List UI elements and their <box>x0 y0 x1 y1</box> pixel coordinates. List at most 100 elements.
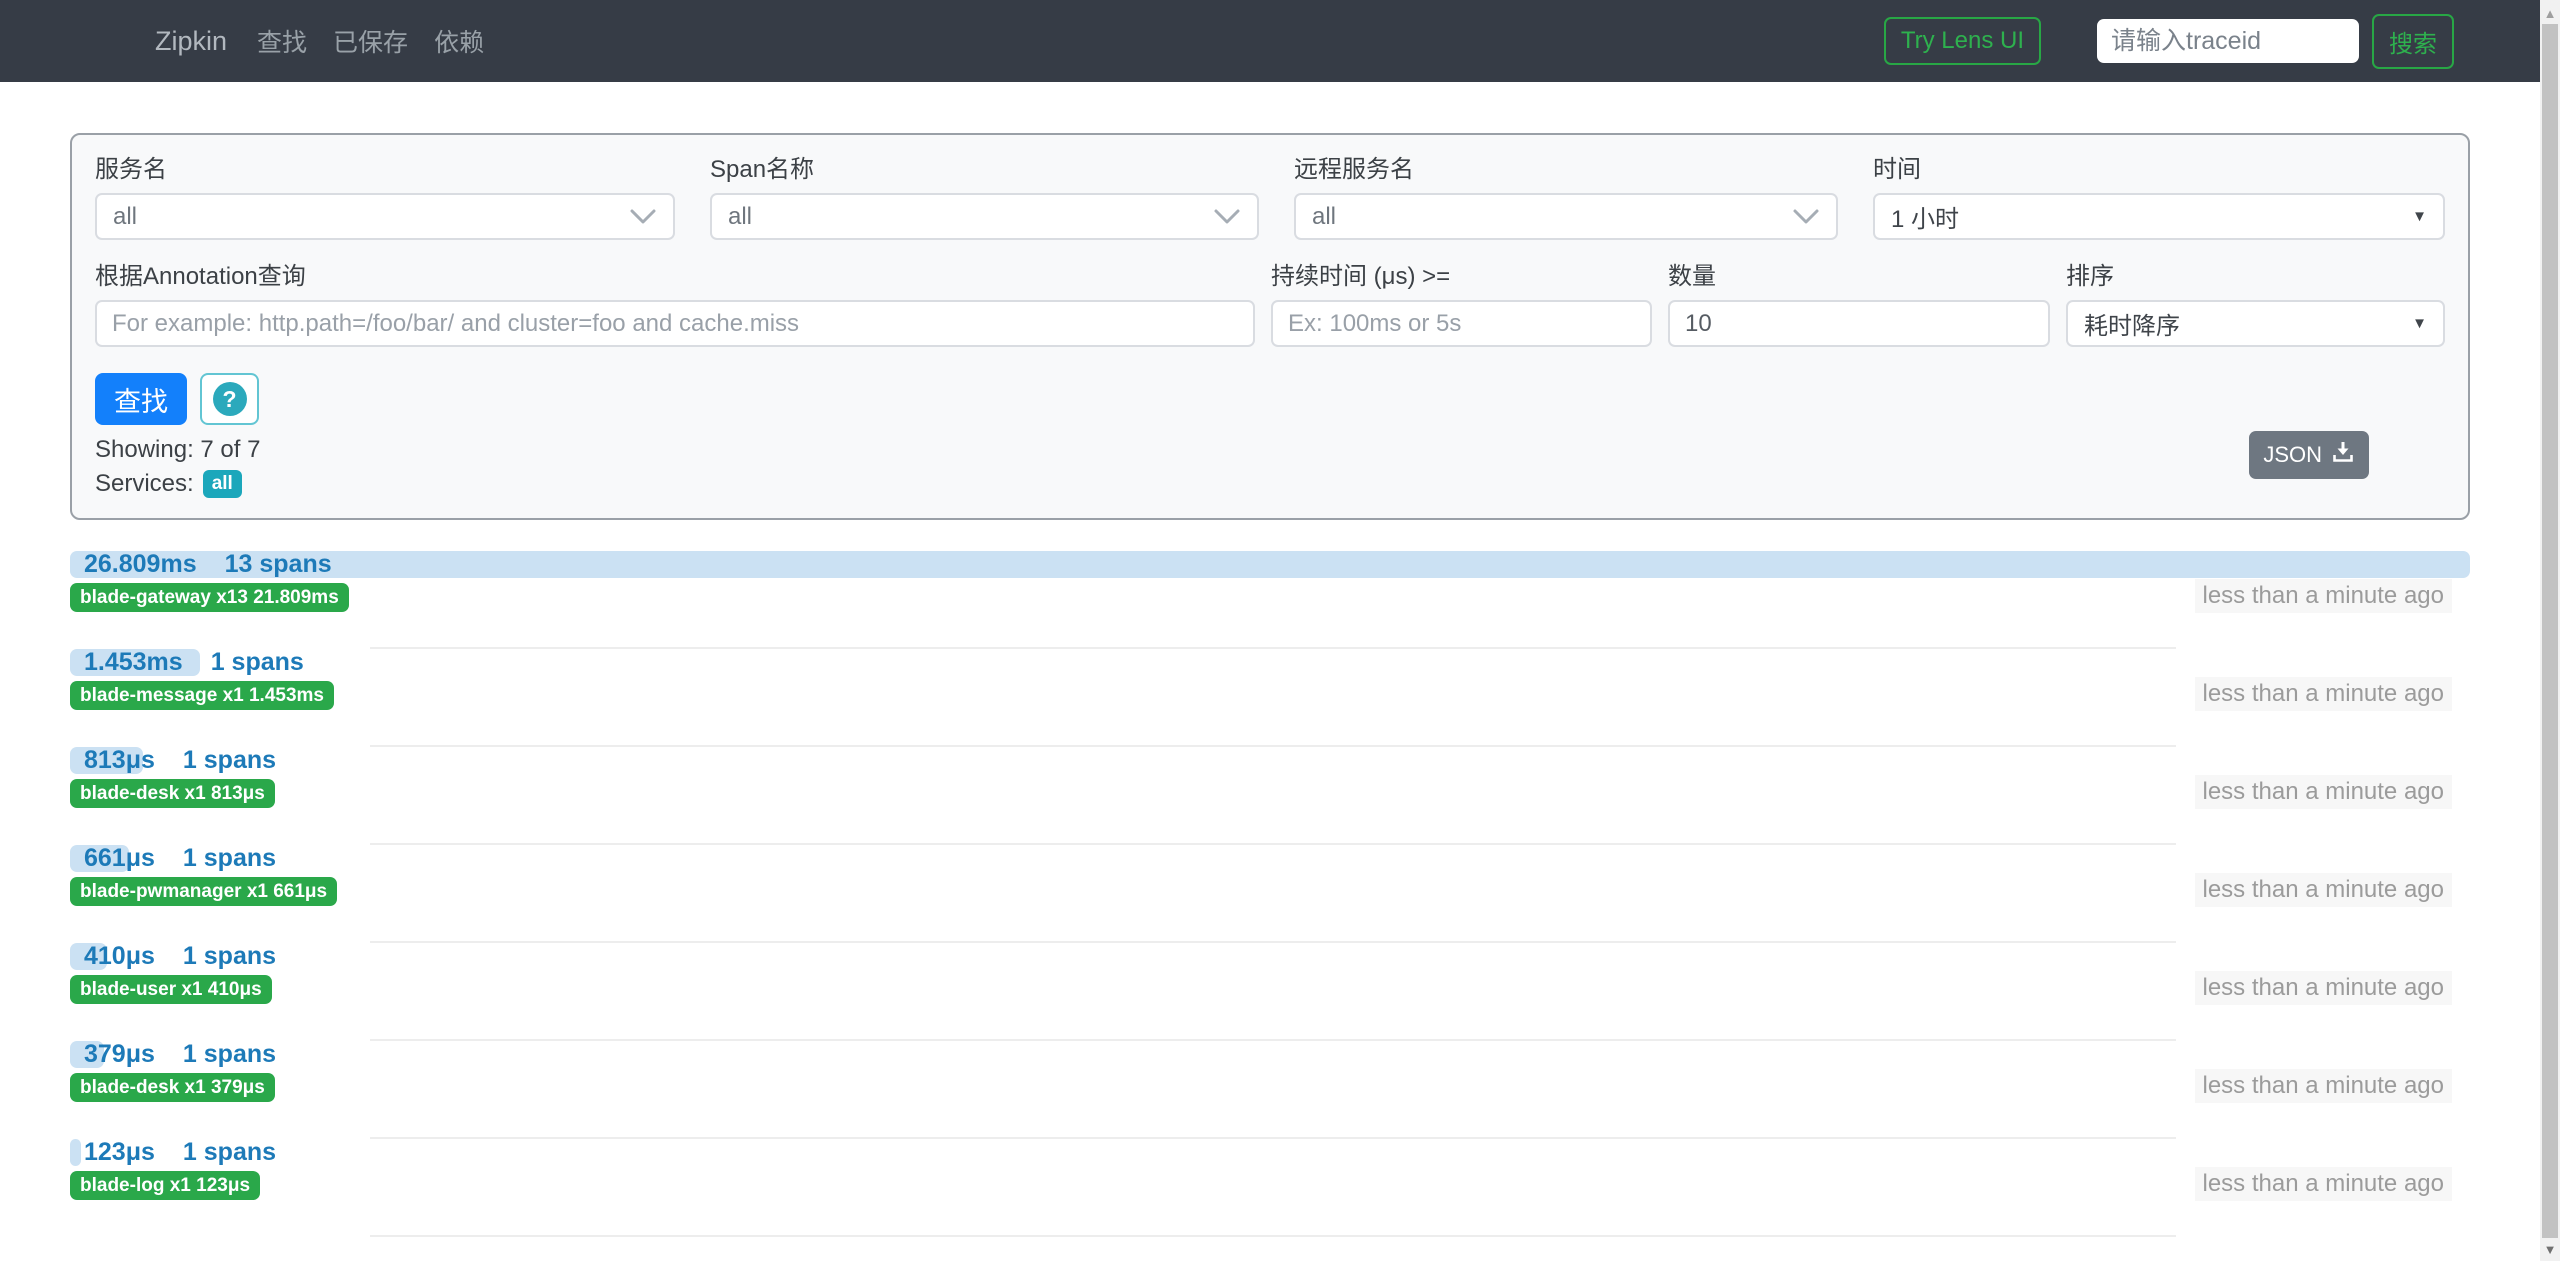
try-lens-ui-button[interactable]: Try Lens UI <box>1884 17 2041 65</box>
limit-input[interactable] <box>1668 300 2050 347</box>
trace-row[interactable]: 26.809ms 13 spans blade-gateway x13 21.8… <box>70 551 2470 649</box>
span-name-field: Span名称 all <box>710 155 1259 240</box>
trace-badges: blade-log x1 123μs <box>70 1171 2470 1200</box>
trace-head: 26.809ms 13 spans <box>70 551 2470 578</box>
trace-age: less than a minute ago <box>2195 873 2453 907</box>
chevron-down-icon <box>1792 208 1820 226</box>
trace-span-count: 1 spans <box>183 1138 276 1167</box>
trace-duration: 410μs <box>84 942 155 971</box>
service-select[interactable]: all <box>95 193 675 240</box>
trace-service-badge: blade-log x1 123μs <box>70 1171 260 1200</box>
limit-label: 数量 <box>1668 262 2050 292</box>
trace-service-badge: blade-desk x1 813μs <box>70 779 275 808</box>
trace-list: 26.809ms 13 spans blade-gateway x13 21.8… <box>70 551 2470 1237</box>
trace-row[interactable]: 813μs 1 spans blade-desk x1 813μs less t… <box>70 747 2470 845</box>
trace-service-badge: blade-pwmanager x1 661μs <box>70 877 337 906</box>
help-button[interactable]: ? <box>200 373 259 425</box>
min-duration-input[interactable] <box>1271 300 1652 347</box>
service-label: 服务名 <box>95 155 675 185</box>
time-select-value: 1 小时 <box>1891 199 1959 234</box>
trace-row[interactable]: 123μs 1 spans blade-log x1 123μs less th… <box>70 1139 2470 1237</box>
trace-row[interactable]: 1.453ms 1 spans blade-message x1 1.453ms… <box>70 649 2470 747</box>
trace-duration: 26.809ms <box>84 550 197 579</box>
trace-span-count: 1 spans <box>183 942 276 971</box>
nav-link-find[interactable]: 查找 <box>257 23 307 59</box>
showing-count: Showing: 7 of 7 <box>95 435 2445 465</box>
chevron-down-icon <box>1213 208 1241 226</box>
trace-duration: 379μs <box>84 1040 155 1069</box>
top-navbar: Zipkin 查找 已保存 依赖 Try Lens UI 搜索 <box>0 0 2560 82</box>
trace-service-badge: blade-desk x1 379μs <box>70 1073 275 1102</box>
trace-head: 813μs 1 spans <box>70 747 2470 774</box>
service-field: 服务名 all <box>95 155 675 240</box>
service-select-value: all <box>113 203 137 231</box>
trace-badges: blade-user x1 410μs <box>70 975 2470 1004</box>
min-duration-field: 持续时间 (μs) >= <box>1271 262 1652 347</box>
trace-divider <box>370 1235 2176 1237</box>
nav-link-dependencies[interactable]: 依赖 <box>434 23 484 59</box>
navbar-left: Zipkin 查找 已保存 依赖 <box>155 23 510 59</box>
span-name-select[interactable]: all <box>710 193 1259 240</box>
traceid-input[interactable] <box>2097 19 2359 63</box>
find-button[interactable]: 查找 <box>95 373 187 425</box>
trace-age: less than a minute ago <box>2195 775 2453 809</box>
trace-head: 379μs 1 spans <box>70 1041 2470 1068</box>
trace-duration: 661μs <box>84 844 155 873</box>
limit-field: 数量 <box>1668 262 2050 347</box>
min-duration-label: 持续时间 (μs) >= <box>1271 262 1652 292</box>
remote-service-field: 远程服务名 all <box>1294 155 1838 240</box>
trace-row[interactable]: 410μs 1 spans blade-user x1 410μs less t… <box>70 943 2470 1041</box>
caret-down-icon: ▼ <box>2412 316 2427 331</box>
chevron-down-icon <box>629 208 657 226</box>
nav-link-saved[interactable]: 已保存 <box>333 23 408 59</box>
scroll-up-icon[interactable]: ▲ <box>2540 6 2560 21</box>
annotation-label: 根据Annotation查询 <box>95 262 1255 292</box>
trace-badges: blade-desk x1 813μs <box>70 779 2470 808</box>
trace-badges: blade-pwmanager x1 661μs <box>70 877 2470 906</box>
time-select[interactable]: 1 小时 ▼ <box>1873 193 2445 240</box>
trace-span-count: 1 spans <box>183 844 276 873</box>
trace-head: 1.453ms 1 spans <box>70 649 2470 676</box>
trace-head: 123μs 1 spans <box>70 1139 2470 1166</box>
vertical-scrollbar: ▲ ▼ <box>2540 0 2560 1261</box>
trace-span-count: 1 spans <box>183 1040 276 1069</box>
actions-row: 查找 ? <box>95 373 2445 425</box>
span-name-select-value: all <box>728 203 752 231</box>
trace-row[interactable]: 661μs 1 spans blade-pwmanager x1 661μs l… <box>70 845 2470 943</box>
services-badge[interactable]: all <box>203 470 242 498</box>
traceid-search-button[interactable]: 搜索 <box>2372 14 2454 69</box>
sort-label: 排序 <box>2066 262 2445 292</box>
time-label: 时间 <box>1873 155 2445 185</box>
trace-head: 410μs 1 spans <box>70 943 2470 970</box>
services-line: Services: all <box>95 469 2445 499</box>
trace-age: less than a minute ago <box>2195 677 2453 711</box>
time-field: 时间 1 小时 ▼ <box>1873 155 2445 240</box>
trace-row[interactable]: 379μs 1 spans blade-desk x1 379μs less t… <box>70 1041 2470 1139</box>
brand-zipkin[interactable]: Zipkin <box>155 26 227 57</box>
sort-select[interactable]: 耗时降序 ▼ <box>2066 300 2445 347</box>
question-circle-icon: ? <box>213 382 247 416</box>
json-download-button[interactable]: JSON <box>2249 431 2369 479</box>
trace-age: less than a minute ago <box>2195 1167 2453 1201</box>
trace-head: 661μs 1 spans <box>70 845 2470 872</box>
scroll-down-icon[interactable]: ▼ <box>2540 1242 2560 1257</box>
trace-badges: blade-message x1 1.453ms <box>70 681 2470 710</box>
remote-service-select[interactable]: all <box>1294 193 1838 240</box>
json-button-label: JSON <box>2263 442 2322 468</box>
trace-age: less than a minute ago <box>2195 1069 2453 1103</box>
search-panel: 服务名 all Span名称 all 远程服务名 all <box>70 133 2470 520</box>
span-name-label: Span名称 <box>710 155 1259 185</box>
annotation-input[interactable] <box>95 300 1255 347</box>
trace-age: less than a minute ago <box>2195 971 2453 1005</box>
trace-span-count: 1 spans <box>183 746 276 775</box>
annotation-field: 根据Annotation查询 <box>95 262 1255 347</box>
trace-badges: blade-gateway x13 21.809ms <box>70 583 2470 612</box>
trace-badges: blade-desk x1 379μs <box>70 1073 2470 1102</box>
trace-duration: 813μs <box>84 746 155 775</box>
trace-duration: 1.453ms <box>84 648 183 677</box>
services-label: Services: <box>95 469 194 499</box>
scrollbar-thumb[interactable] <box>2542 24 2558 1238</box>
trace-duration: 123μs <box>84 1138 155 1167</box>
trace-span-count: 1 spans <box>211 648 304 677</box>
download-icon <box>2331 440 2355 470</box>
